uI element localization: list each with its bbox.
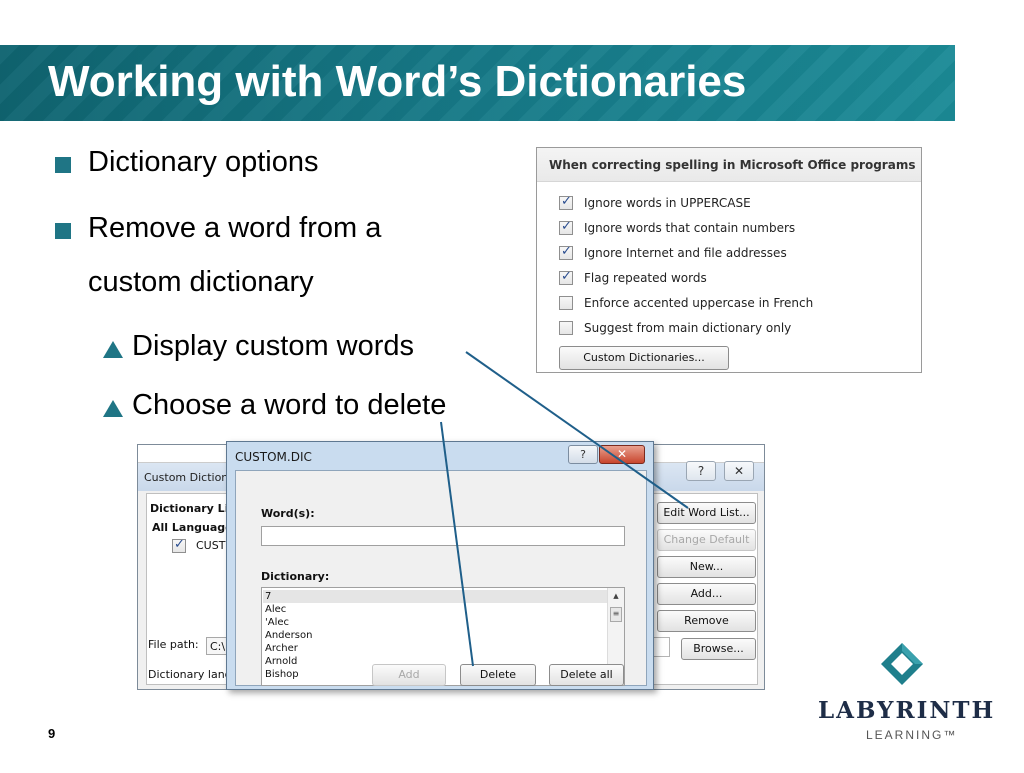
logo-name: LABYRINTH: [818, 697, 996, 724]
callout-lines: [440, 351, 689, 667]
page-number: 9: [48, 726, 56, 741]
callout-line-delete: [440, 421, 474, 667]
logo-tagline: LEARNING™: [866, 728, 958, 742]
slide-title: Working with Word’s Dictionaries: [48, 57, 747, 106]
callout-line-edit-word-list: [465, 351, 689, 509]
labyrinth-logo-icon: [881, 643, 923, 685]
